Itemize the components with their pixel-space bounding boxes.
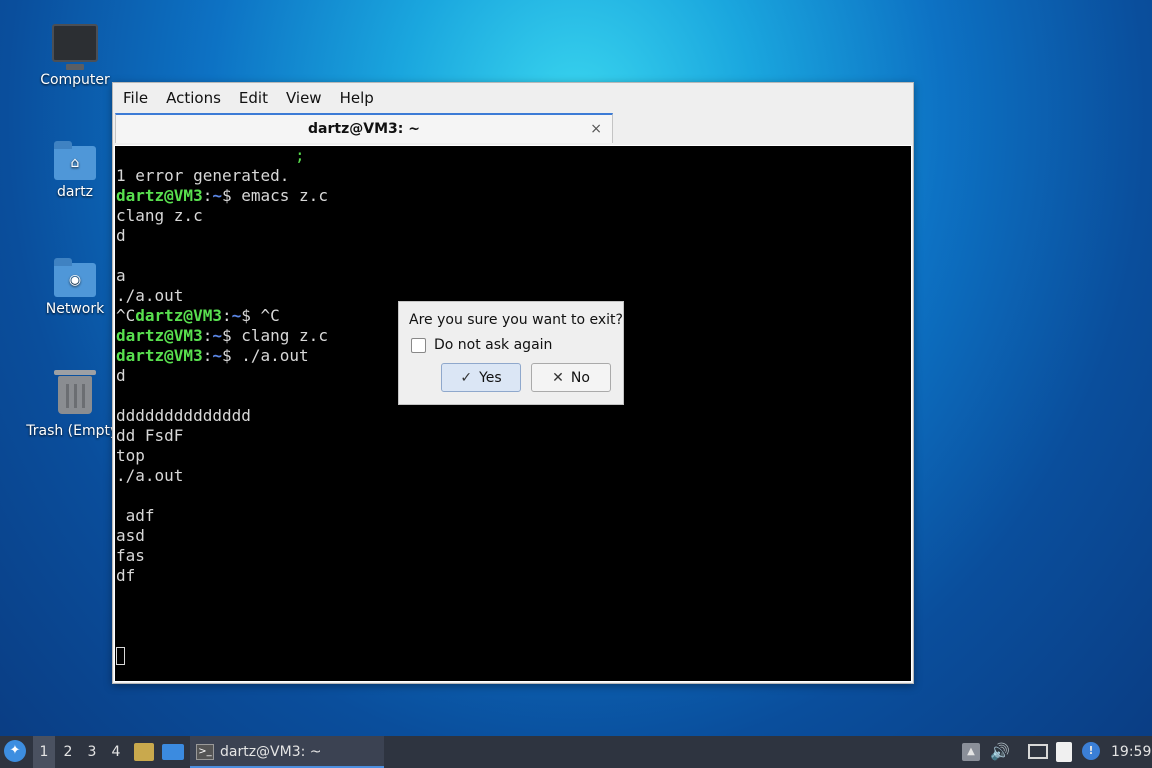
terminal-icon: >_ xyxy=(196,744,214,760)
show-desktop-icon[interactable] xyxy=(162,744,184,760)
do-not-ask-checkbox-row[interactable]: Do not ask again xyxy=(411,337,552,353)
home-folder-icon: ⌂ xyxy=(54,141,96,180)
terminal-output[interactable]: ; 1 error generated. dartz@VM3:~$ emacs … xyxy=(114,145,912,682)
no-button[interactable]: ✕ No xyxy=(531,363,611,392)
workspace-4[interactable]: 4 xyxy=(105,736,127,768)
text-cursor xyxy=(116,647,125,665)
file-manager-icon[interactable] xyxy=(134,743,154,761)
workspace-2[interactable]: 2 xyxy=(57,736,79,768)
terminal-prompt-line: dartz@VM3:~$ emacs z.c xyxy=(116,186,328,205)
terminal-line: df xyxy=(116,566,136,585)
taskbar-task-terminal[interactable]: >_ dartz@VM3: ~ xyxy=(190,736,384,768)
terminal-line: asd xyxy=(116,526,145,545)
desktop-icon-label: Computer xyxy=(40,72,110,88)
menu-bar: File Actions Edit View Help xyxy=(113,83,913,113)
tab-close-icon[interactable]: × xyxy=(590,115,602,143)
desktop-icon-label: dartz xyxy=(56,184,94,200)
no-button-label: No xyxy=(570,369,590,386)
network-tray-icon[interactable] xyxy=(1028,744,1048,759)
notification-icon[interactable]: ! xyxy=(1082,742,1100,760)
volume-icon[interactable]: 🔊 xyxy=(990,736,1010,768)
clock[interactable]: 19:59 xyxy=(1111,736,1151,768)
terminal-line: dddddddddddddd xyxy=(116,406,251,425)
tab-title: dartz@VM3: ~ xyxy=(308,121,420,137)
terminal-line: a xyxy=(116,266,126,285)
taskbar: ✦ 1 2 3 4 >_ dartz@VM3: ~ ▲ 🔊 ! 19:59 xyxy=(0,736,1152,768)
desktop-icon-computer[interactable]: Computer xyxy=(27,24,123,88)
terminal-line: adf xyxy=(116,506,155,525)
menu-help[interactable]: Help xyxy=(334,89,386,107)
workspace-1[interactable]: 1 xyxy=(33,736,55,768)
menu-file[interactable]: File xyxy=(117,89,160,107)
menu-view[interactable]: View xyxy=(280,89,334,107)
workspace-3[interactable]: 3 xyxy=(81,736,103,768)
terminal-line: d xyxy=(116,226,126,245)
computer-icon xyxy=(52,24,98,70)
terminal-cursor-line xyxy=(115,646,911,666)
terminal-line: clang z.c xyxy=(116,206,203,225)
terminal-line: ; xyxy=(295,146,305,165)
check-icon: ✓ xyxy=(460,369,473,386)
start-menu-icon[interactable]: ✦ xyxy=(4,740,26,762)
terminal-line: top xyxy=(116,446,145,465)
terminal-line: ./a.out xyxy=(116,466,184,485)
tray-up-arrow-icon[interactable]: ▲ xyxy=(962,743,980,761)
do-not-ask-checkbox[interactable] xyxy=(411,337,426,353)
exit-confirm-dialog: Are you sure you want to exit? Do not as… xyxy=(398,301,624,405)
task-title: dartz@VM3: ~ xyxy=(220,744,322,760)
desktop-icon-home[interactable]: ⌂ dartz xyxy=(27,141,123,200)
menu-edit[interactable]: Edit xyxy=(233,89,280,107)
tab-bar: dartz@VM3: ~ × xyxy=(113,113,913,143)
network-folder-icon: ◉ xyxy=(54,258,96,297)
clipboard-icon[interactable] xyxy=(1056,742,1072,762)
desktop-icon-network[interactable]: ◉ Network xyxy=(27,258,123,317)
trash-icon xyxy=(54,370,96,414)
desktop-icon-label: Network xyxy=(45,301,105,317)
terminal-line: dd FsdF xyxy=(116,426,184,445)
close-icon: ✕ xyxy=(552,369,564,386)
terminal-line: fas xyxy=(116,546,145,565)
tab-terminal[interactable]: dartz@VM3: ~ × xyxy=(115,113,613,143)
dialog-message: Are you sure you want to exit? xyxy=(409,312,623,328)
menu-actions[interactable]: Actions xyxy=(160,89,233,107)
yes-button-label: Yes xyxy=(479,369,502,386)
yes-button[interactable]: ✓ Yes xyxy=(441,363,521,392)
checkbox-label: Do not ask again xyxy=(434,337,553,353)
terminal-line: 1 error generated. xyxy=(116,166,290,185)
